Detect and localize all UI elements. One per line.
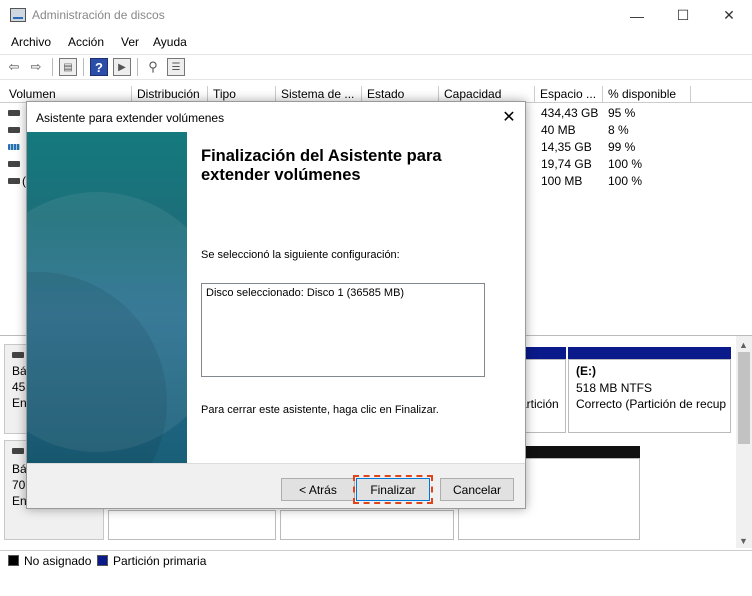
back-button[interactable]: < Atrás <box>281 478 355 501</box>
volume-icon <box>8 110 20 116</box>
volume-icon <box>8 178 20 184</box>
configuration-box[interactable]: Disco seleccionado: Disco 1 (36585 MB) <box>201 283 485 377</box>
volume-icon <box>8 127 20 133</box>
table-row-free: 19,74 GB <box>541 157 592 171</box>
column-espacio[interactable]: Espacio ... <box>535 86 603 103</box>
minimize-button[interactable]: — <box>614 0 660 31</box>
column-disponible[interactable]: % disponible <box>603 86 691 103</box>
legend-primary-swatch <box>97 555 108 566</box>
table-row-pct: 100 % <box>608 157 643 171</box>
dialog-close-icon[interactable]: ✕ <box>493 102 525 132</box>
scroll-down-icon[interactable]: ▼ <box>739 536 748 546</box>
legend-unallocated-label: No asignado <box>24 554 92 568</box>
disk-1-partition[interactable] <box>108 510 276 540</box>
cancel-button[interactable]: Cancelar <box>440 478 514 501</box>
wizard-closing-text: Para cerrar este asistente, haga clic en… <box>201 404 439 416</box>
legend-primary-label: Partición primaria <box>113 554 207 568</box>
properties-icon[interactable]: ▤ <box>59 58 77 76</box>
connect-icon[interactable]: ⚲ <box>144 58 162 76</box>
maximize-button[interactable]: ☐ <box>660 0 706 31</box>
configuration-text: Disco seleccionado: Disco 1 (36585 MB) <box>206 287 405 299</box>
disk-0-type: Bá <box>12 364 27 378</box>
disk-management-icon <box>10 8 26 22</box>
extend-volume-wizard: Asistente para extender volúmenes ✕ Fina… <box>26 101 526 509</box>
partition-e-status: Correcto (Partición de recup <box>576 397 727 411</box>
partition-e-size: 518 MB NTFS <box>576 381 653 395</box>
table-row-free: 100 MB <box>541 174 583 188</box>
unallocated-header <box>526 446 640 458</box>
disk-1-type: Bá <box>12 462 27 476</box>
menu-bar <box>0 31 752 53</box>
table-row-pct: 100 % <box>608 174 643 188</box>
settings-list-icon[interactable]: ☰ <box>167 58 185 76</box>
disk-icon <box>12 448 24 454</box>
disk-0-size: 45 <box>12 380 26 394</box>
table-row-free: 434,43 GB <box>541 106 599 120</box>
wizard-heading: Finalización del Asistente para extender… <box>201 147 442 184</box>
table-row-free: 40 MB <box>541 123 576 137</box>
table-row-pct: 8 % <box>608 123 629 137</box>
partition-e-header <box>568 347 731 359</box>
dialog-title: Asistente para extender volúmenes <box>36 111 225 125</box>
finish-button[interactable]: Finalizar <box>353 475 433 504</box>
disk-icon <box>12 352 24 358</box>
partition-e-title: (E:) <box>576 364 596 378</box>
menu-archivo[interactable]: Archivo <box>11 35 51 49</box>
partition-header <box>520 347 566 359</box>
disk-1-partition[interactable] <box>280 510 454 540</box>
volume-icon <box>8 161 20 167</box>
toolbar-separator <box>52 58 53 76</box>
wizard-intro: Se seleccionó la siguiente configuración… <box>201 249 400 261</box>
scroll-up-icon[interactable]: ▲ <box>739 340 748 350</box>
close-button[interactable]: ✕ <box>706 0 752 31</box>
scrollbar-thumb[interactable] <box>738 352 750 444</box>
disk-0-status: En <box>12 396 27 410</box>
menu-ver[interactable]: Ver <box>121 35 139 49</box>
toolbar-separator <box>83 58 84 76</box>
table-row-pct: 95 % <box>608 106 636 120</box>
menu-ayuda[interactable]: Ayuda <box>153 35 187 49</box>
forward-arrow-icon[interactable]: ⇨ <box>27 58 45 76</box>
partition-box[interactable] <box>520 359 566 433</box>
show-pane-icon[interactable]: ▶ <box>113 58 131 76</box>
disk-1-status: En <box>12 494 27 508</box>
window-title: Administración de discos <box>32 8 165 22</box>
wizard-side-banner <box>27 132 187 463</box>
toolbar-separator <box>137 58 138 76</box>
menu-accion[interactable]: Acción <box>68 35 104 49</box>
table-row-pct: 99 % <box>608 140 636 154</box>
legend-unallocated-swatch <box>8 555 19 566</box>
help-icon[interactable]: ? <box>90 58 108 76</box>
volume-icon <box>8 144 20 150</box>
table-row-free: 14,35 GB <box>541 140 592 154</box>
back-arrow-icon[interactable]: ⇦ <box>5 58 23 76</box>
